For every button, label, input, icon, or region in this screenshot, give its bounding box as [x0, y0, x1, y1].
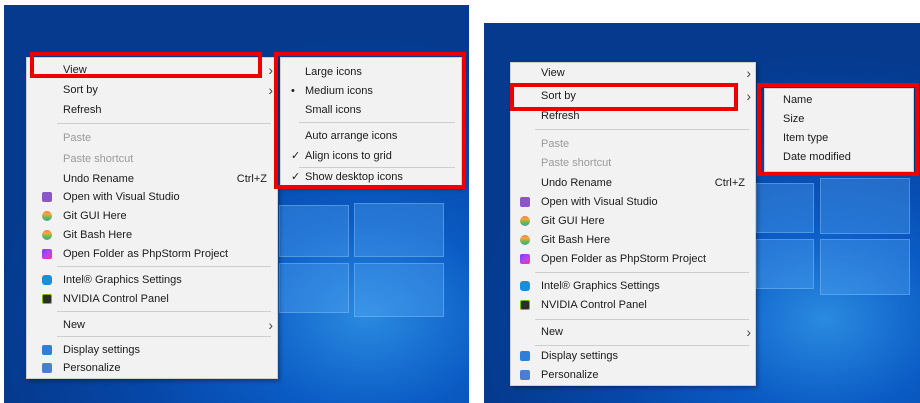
menu-item-nvidia-control-panel[interactable]: NVIDIA Control Panel [511, 295, 755, 315]
windows-logo-pane [820, 178, 910, 234]
menu-item-open-folder-phpstorm[interactable]: Open Folder as PhpStorm Project [27, 244, 277, 264]
menu-item-git-gui-here[interactable]: Git GUI Here [27, 206, 277, 226]
menu-item-intel-graphics-settings[interactable]: Intel® Graphics Settings [511, 276, 755, 296]
desktop-background-left: View › Sort by › Refresh Paste Paste short… [4, 5, 469, 403]
menu-item-git-gui-here[interactable]: Git GUI Here [511, 211, 755, 231]
chevron-right-icon: › [746, 324, 751, 340]
menu-separator [535, 129, 749, 130]
menu-item-open-folder-phpstorm[interactable]: Open Folder as PhpStorm Project [511, 249, 755, 269]
menu-item-paste: Paste [63, 132, 92, 144]
menu-item-paste-shortcut: Paste shortcut [541, 157, 612, 169]
highlight-box-view [30, 52, 262, 78]
chevron-right-icon: › [268, 82, 273, 98]
nvidia-icon [520, 300, 530, 310]
menu-item-open-with-visual-studio[interactable]: Open with Visual Studio [27, 187, 277, 207]
phpstorm-icon [42, 249, 52, 259]
windows-logo-pane [279, 205, 349, 257]
desktop-background-right: View › Sort by › Refresh Paste Paste short… [484, 23, 920, 403]
menu-item-paste: Paste [541, 138, 570, 150]
menu-item-refresh[interactable]: Refresh [27, 100, 277, 120]
menu-item-display-settings[interactable]: Display settings [27, 340, 277, 360]
menu-item-display-settings[interactable]: Display settings [511, 346, 755, 366]
menu-item-nvidia-control-panel[interactable]: NVIDIA Control Panel [27, 289, 277, 309]
personalize-icon [520, 370, 530, 380]
visual-studio-icon [520, 197, 530, 207]
visual-studio-icon [42, 192, 52, 202]
menu-item-sort-by[interactable]: Sort by › [27, 80, 277, 100]
desktop-context-menu: View › Sort by › Refresh Paste Paste short… [26, 57, 278, 379]
git-gui-icon [39, 208, 55, 224]
menu-separator [535, 272, 749, 273]
highlight-box-sort-by-submenu [757, 83, 919, 176]
menu-item-git-bash-here[interactable]: Git Bash Here [27, 225, 277, 245]
menu-item-git-bash-here[interactable]: Git Bash Here [511, 230, 755, 250]
menu-item-paste-shortcut: Paste shortcut [63, 153, 134, 165]
highlight-box-sort-by [510, 83, 738, 111]
menu-item-view[interactable]: View › [511, 63, 755, 83]
chevron-right-icon: › [746, 65, 751, 81]
menu-item-undo-rename[interactable]: Undo Rename Ctrl+Z [511, 173, 755, 193]
shortcut-label: Ctrl+Z [714, 177, 745, 189]
windows-logo-pane [279, 263, 349, 313]
highlight-box-view-submenu [274, 52, 466, 189]
menu-item-undo-rename[interactable]: Undo Rename Ctrl+Z [27, 169, 277, 189]
windows-logo-pane [354, 263, 444, 317]
git-bash-icon [39, 227, 55, 243]
display-settings-icon [42, 345, 52, 355]
chevron-right-icon: › [268, 317, 273, 333]
menu-separator [57, 336, 271, 337]
personalize-icon [42, 363, 52, 373]
menu-item-personalize[interactable]: Personalize [511, 365, 755, 385]
phpstorm-icon [520, 254, 530, 264]
chevron-right-icon: › [746, 88, 751, 104]
menu-separator [57, 123, 271, 124]
windows-logo-pane [354, 203, 444, 257]
git-bash-icon [517, 232, 533, 248]
git-gui-icon [517, 213, 533, 229]
intel-graphics-icon [42, 275, 52, 285]
menu-separator [535, 319, 749, 320]
windows-logo-pane [756, 183, 814, 233]
windows-logo-pane [756, 239, 814, 289]
nvidia-icon [42, 294, 52, 304]
menu-item-new[interactable]: New › [511, 322, 755, 342]
menu-item-personalize[interactable]: Personalize [27, 358, 277, 378]
menu-item-open-with-visual-studio[interactable]: Open with Visual Studio [511, 192, 755, 212]
windows-logo-pane [820, 239, 910, 295]
menu-item-intel-graphics-settings[interactable]: Intel® Graphics Settings [27, 270, 277, 290]
menu-separator [57, 266, 271, 267]
shortcut-label: Ctrl+Z [236, 173, 267, 185]
chevron-right-icon: › [268, 62, 273, 78]
menu-separator [57, 311, 271, 312]
intel-graphics-icon [520, 281, 530, 291]
menu-item-new[interactable]: New › [27, 315, 277, 335]
display-settings-icon [520, 351, 530, 361]
